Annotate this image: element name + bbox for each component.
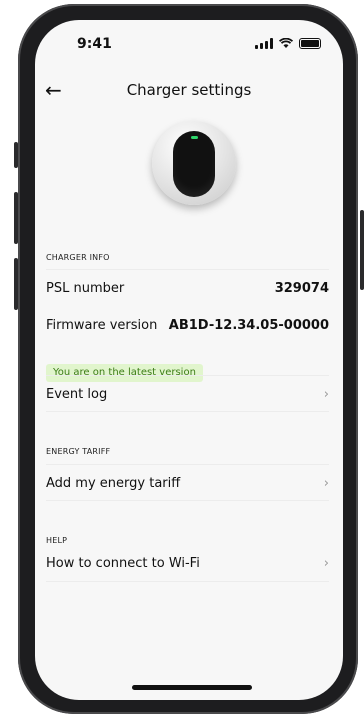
wifi-help-row[interactable]: How to connect to Wi-Fi › [46,545,329,581]
event-log-row[interactable]: Event log › [46,375,329,412]
chevron-right-icon: › [323,475,329,491]
section-header-charger-info: CHARGER INFO [46,253,110,262]
psl-number-row: PSL number 329074 [46,269,329,306]
add-energy-tariff-row[interactable]: Add my energy tariff › [46,464,329,501]
volume-down-button [14,258,18,310]
mute-switch [14,142,18,168]
divider [46,500,329,502]
home-indicator[interactable] [132,685,252,690]
divider [46,411,329,413]
wifi-icon [279,38,293,48]
firmware-version-value: AB1D-12.34.05-00000 [168,317,329,333]
nav-bar: ← Charger settings [35,76,343,104]
status-icons [255,38,321,49]
battery-icon [299,38,321,49]
status-time: 9:41 [77,36,112,52]
screen: 9:41 ← Charger settings CHARGER INFO PSL… [35,20,343,700]
cellular-signal-icon [255,38,273,49]
charger-face [173,131,215,197]
section-header-energy-tariff: ENERGY TARIFF [46,447,111,456]
page-title: Charger settings [126,81,252,99]
volume-up-button [14,192,18,244]
psl-number-label: PSL number [46,280,125,296]
wifi-help-label: How to connect to Wi-Fi [46,555,200,571]
power-button [360,210,364,290]
add-energy-tariff-label: Add my energy tariff [46,475,181,491]
firmware-version-row: Firmware version AB1D-12.34.05-00000 [46,307,329,343]
status-bar: 9:41 [35,32,343,56]
chevron-right-icon: › [323,386,329,402]
section-header-help: HELP [46,536,68,545]
charger-led-indicator [191,136,198,139]
psl-number-value: 329074 [274,280,329,296]
event-log-label: Event log [46,386,108,402]
charger-image [152,121,236,205]
divider [46,581,329,583]
chevron-right-icon: › [323,555,329,571]
firmware-version-label: Firmware version [46,317,158,333]
